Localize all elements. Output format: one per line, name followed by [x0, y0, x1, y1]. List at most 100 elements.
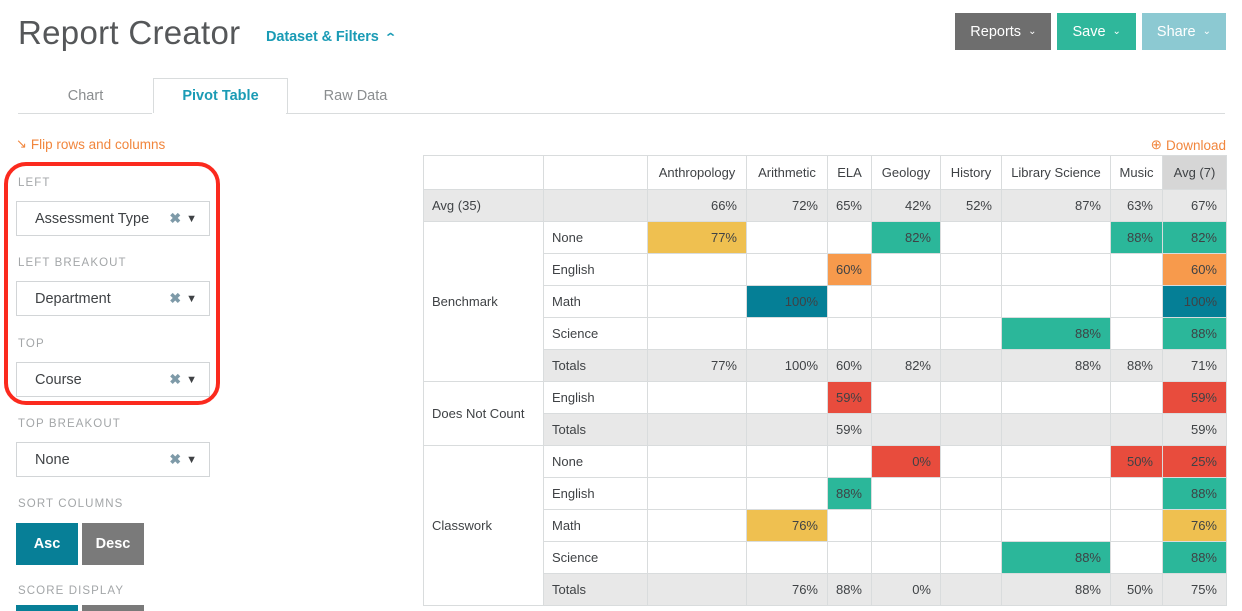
pivot-cell-benchmark-none-arithmetic[interactable]: [747, 222, 828, 254]
pivot-cell-avg-ela[interactable]: 65%: [828, 190, 872, 222]
pivot-cell-avg-geology[interactable]: 42%: [872, 190, 941, 222]
pivot-cell-benchmark-totals-arithmetic[interactable]: 100%: [747, 350, 828, 382]
pivot-cell-does-not-count-english-history[interactable]: [941, 382, 1002, 414]
col-header-arithmetic[interactable]: Arithmetic: [747, 156, 828, 190]
pivot-cell-benchmark-science-arithmetic[interactable]: [747, 318, 828, 350]
pivot-cell-benchmark-english-arithmetic[interactable]: [747, 254, 828, 286]
pivot-cell-does-not-count-totals-ela[interactable]: 59%: [828, 414, 872, 446]
pivot-cell-avg-avg[interactable]: 67%: [1163, 190, 1227, 222]
pivot-cell-classwork-totals-ela[interactable]: 88%: [828, 574, 872, 606]
download-link[interactable]: ⊕ Download: [1151, 137, 1226, 153]
col-header-library-science[interactable]: Library Science: [1002, 156, 1111, 190]
pivot-cell-benchmark-math-avg[interactable]: 100%: [1163, 286, 1227, 318]
pivot-cell-benchmark-totals-music[interactable]: 88%: [1111, 350, 1163, 382]
pivot-cell-benchmark-science-library-science[interactable]: 88%: [1002, 318, 1111, 350]
col-header-avg[interactable]: Avg (7): [1163, 156, 1227, 190]
pivot-cell-classwork-science-music[interactable]: [1111, 542, 1163, 574]
pivot-cell-benchmark-none-geology[interactable]: 82%: [872, 222, 941, 254]
left-select[interactable]: Assessment Type ✖ ▼: [16, 201, 210, 236]
pivot-cell-classwork-none-arithmetic[interactable]: [747, 446, 828, 478]
clear-icon[interactable]: ✖: [169, 210, 186, 227]
pivot-cell-classwork-science-arithmetic[interactable]: [747, 542, 828, 574]
clear-icon[interactable]: ✖: [169, 371, 186, 388]
dataset-and-filters-link[interactable]: Dataset & Filters ⌃: [266, 29, 395, 45]
pivot-cell-classwork-english-library-science[interactable]: [1002, 478, 1111, 510]
pivot-cell-benchmark-english-anthropology[interactable]: [648, 254, 747, 286]
pivot-cell-classwork-none-avg[interactable]: 25%: [1163, 446, 1227, 478]
pivot-cell-does-not-count-english-anthropology[interactable]: [648, 382, 747, 414]
pivot-cell-classwork-totals-history[interactable]: [941, 574, 1002, 606]
pivot-cell-classwork-math-avg[interactable]: 76%: [1163, 510, 1227, 542]
col-header-music[interactable]: Music: [1111, 156, 1163, 190]
pivot-cell-classwork-english-avg[interactable]: 88%: [1163, 478, 1227, 510]
pivot-cell-benchmark-none-anthropology[interactable]: 77%: [648, 222, 747, 254]
pivot-cell-classwork-english-ela[interactable]: 88%: [828, 478, 872, 510]
pivot-cell-does-not-count-totals-arithmetic[interactable]: [747, 414, 828, 446]
score-display-option-2[interactable]: [82, 605, 144, 611]
pivot-cell-benchmark-totals-anthropology[interactable]: 77%: [648, 350, 747, 382]
pivot-cell-benchmark-science-avg[interactable]: 88%: [1163, 318, 1227, 350]
pivot-cell-benchmark-math-anthropology[interactable]: [648, 286, 747, 318]
pivot-cell-benchmark-science-history[interactable]: [941, 318, 1002, 350]
pivot-cell-classwork-none-music[interactable]: 50%: [1111, 446, 1163, 478]
pivot-cell-benchmark-english-music[interactable]: [1111, 254, 1163, 286]
pivot-cell-benchmark-none-history[interactable]: [941, 222, 1002, 254]
pivot-cell-classwork-science-geology[interactable]: [872, 542, 941, 574]
score-display-option-1[interactable]: [16, 605, 78, 611]
share-button[interactable]: Share ⌄: [1142, 13, 1226, 50]
top-breakout-select[interactable]: None ✖ ▼: [16, 442, 210, 477]
pivot-cell-avg-anthropology[interactable]: 66%: [648, 190, 747, 222]
sort-asc-button[interactable]: Asc: [16, 523, 78, 565]
pivot-cell-classwork-none-ela[interactable]: [828, 446, 872, 478]
pivot-cell-benchmark-totals-library-science[interactable]: 88%: [1002, 350, 1111, 382]
col-header-ela[interactable]: ELA: [828, 156, 872, 190]
pivot-cell-classwork-math-arithmetic[interactable]: 76%: [747, 510, 828, 542]
pivot-cell-does-not-count-totals-history[interactable]: [941, 414, 1002, 446]
pivot-cell-classwork-science-history[interactable]: [941, 542, 1002, 574]
pivot-cell-benchmark-english-ela[interactable]: 60%: [828, 254, 872, 286]
pivot-cell-benchmark-none-avg[interactable]: 82%: [1163, 222, 1227, 254]
pivot-cell-benchmark-math-arithmetic[interactable]: 100%: [747, 286, 828, 318]
pivot-cell-benchmark-english-geology[interactable]: [872, 254, 941, 286]
pivot-cell-classwork-science-ela[interactable]: [828, 542, 872, 574]
pivot-cell-benchmark-totals-geology[interactable]: 82%: [872, 350, 941, 382]
pivot-cell-classwork-none-geology[interactable]: 0%: [872, 446, 941, 478]
pivot-cell-does-not-count-totals-music[interactable]: [1111, 414, 1163, 446]
pivot-cell-benchmark-math-music[interactable]: [1111, 286, 1163, 318]
pivot-cell-benchmark-totals-avg[interactable]: 71%: [1163, 350, 1227, 382]
pivot-cell-avg-arithmetic[interactable]: 72%: [747, 190, 828, 222]
pivot-cell-avg-music[interactable]: 63%: [1111, 190, 1163, 222]
pivot-cell-does-not-count-english-arithmetic[interactable]: [747, 382, 828, 414]
pivot-cell-does-not-count-totals-anthropology[interactable]: [648, 414, 747, 446]
pivot-cell-classwork-english-arithmetic[interactable]: [747, 478, 828, 510]
pivot-cell-classwork-english-history[interactable]: [941, 478, 1002, 510]
save-button[interactable]: Save ⌄: [1057, 13, 1135, 50]
col-header-history[interactable]: History: [941, 156, 1002, 190]
pivot-cell-benchmark-english-avg[interactable]: 60%: [1163, 254, 1227, 286]
pivot-cell-classwork-math-music[interactable]: [1111, 510, 1163, 542]
pivot-cell-benchmark-none-music[interactable]: 88%: [1111, 222, 1163, 254]
pivot-cell-does-not-count-totals-avg[interactable]: 59%: [1163, 414, 1227, 446]
pivot-cell-does-not-count-totals-geology[interactable]: [872, 414, 941, 446]
pivot-cell-does-not-count-english-library-science[interactable]: [1002, 382, 1111, 414]
pivot-cell-benchmark-math-library-science[interactable]: [1002, 286, 1111, 318]
pivot-cell-classwork-none-history[interactable]: [941, 446, 1002, 478]
pivot-cell-avg-library-science[interactable]: 87%: [1002, 190, 1111, 222]
reports-button[interactable]: Reports ⌄: [955, 13, 1051, 50]
pivot-cell-classwork-totals-library-science[interactable]: 88%: [1002, 574, 1111, 606]
pivot-cell-classwork-english-music[interactable]: [1111, 478, 1163, 510]
tab-chart[interactable]: Chart: [18, 78, 153, 114]
tab-pivot-table[interactable]: Pivot Table: [153, 78, 288, 114]
pivot-cell-classwork-math-library-science[interactable]: [1002, 510, 1111, 542]
pivot-cell-does-not-count-english-ela[interactable]: 59%: [828, 382, 872, 414]
pivot-cell-benchmark-math-ela[interactable]: [828, 286, 872, 318]
sort-desc-button[interactable]: Desc: [82, 523, 144, 565]
pivot-cell-classwork-none-anthropology[interactable]: [648, 446, 747, 478]
pivot-cell-classwork-math-ela[interactable]: [828, 510, 872, 542]
tab-raw-data[interactable]: Raw Data: [288, 78, 423, 114]
pivot-cell-classwork-english-anthropology[interactable]: [648, 478, 747, 510]
pivot-cell-benchmark-math-history[interactable]: [941, 286, 1002, 318]
pivot-cell-classwork-none-library-science[interactable]: [1002, 446, 1111, 478]
top-select[interactable]: Course ✖ ▼: [16, 362, 210, 397]
pivot-cell-does-not-count-english-music[interactable]: [1111, 382, 1163, 414]
